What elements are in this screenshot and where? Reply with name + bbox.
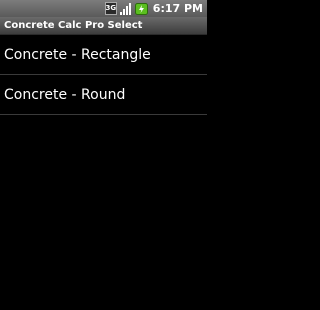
list-item-concrete-round[interactable]: Concrete - Round xyxy=(0,75,207,115)
signal-icon xyxy=(119,2,132,15)
status-bar: 3G 6:17 PM xyxy=(0,0,207,17)
app-title-bar: Concrete Calc Pro Select xyxy=(0,17,207,35)
calculator-type-list: Concrete - Rectangle Concrete - Round xyxy=(0,35,207,115)
3g-icon: 3G xyxy=(104,2,117,15)
battery-charging-icon xyxy=(134,2,148,15)
list-item-concrete-rectangle[interactable]: Concrete - Rectangle xyxy=(0,35,207,75)
list-item-label: Concrete - Rectangle xyxy=(4,46,151,63)
network-type-label: 3G xyxy=(105,4,117,12)
clock-time: 6:17 PM xyxy=(152,2,203,15)
app-title: Concrete Calc Pro Select xyxy=(4,20,143,31)
list-item-label: Concrete - Round xyxy=(4,86,126,103)
